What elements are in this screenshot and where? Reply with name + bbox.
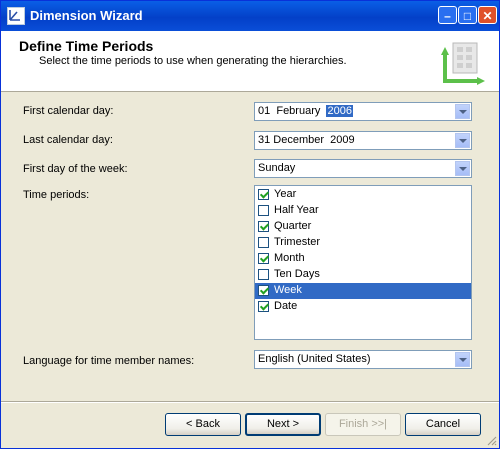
finish-button[interactable]: Finish >>| bbox=[325, 413, 401, 436]
last-calendar-day-label: Last calendar day: bbox=[23, 134, 113, 146]
list-item[interactable]: Year bbox=[255, 187, 471, 203]
next-button[interactable]: Next > bbox=[245, 413, 321, 436]
checkbox[interactable] bbox=[258, 253, 269, 264]
dimension-cube-icon bbox=[441, 42, 485, 85]
first-day-of-week-label: First day of the week: bbox=[23, 163, 128, 175]
minimize-button[interactable]: – bbox=[438, 6, 457, 24]
checkbox[interactable] bbox=[258, 285, 269, 296]
window-title: Dimension Wizard bbox=[30, 8, 143, 23]
checkbox[interactable] bbox=[258, 189, 269, 200]
list-item[interactable]: Trimester bbox=[255, 235, 471, 251]
page-subtitle: Select the time periods to use when gene… bbox=[39, 55, 347, 67]
list-item[interactable]: Ten Days bbox=[255, 267, 471, 283]
checkbox[interactable] bbox=[258, 205, 269, 216]
chevron-down-icon[interactable] bbox=[455, 352, 470, 367]
list-item[interactable]: Half Year bbox=[255, 203, 471, 219]
list-item[interactable]: Date bbox=[255, 299, 471, 315]
language-label: Language for time member names: bbox=[23, 355, 195, 367]
footer-divider bbox=[1, 401, 499, 403]
first-calendar-day-label: First calendar day: bbox=[23, 105, 114, 117]
first-calendar-day-picker[interactable]: 01 February 2006 bbox=[254, 102, 472, 121]
first-day-date-text: 01 February bbox=[258, 105, 327, 117]
resize-grip-icon[interactable] bbox=[485, 434, 497, 446]
chevron-down-icon[interactable] bbox=[455, 161, 470, 176]
checkbox[interactable] bbox=[258, 221, 269, 232]
page-title: Define Time Periods bbox=[19, 38, 154, 54]
week-start-value: Sunday bbox=[258, 162, 296, 174]
list-item[interactable]: Week bbox=[255, 283, 471, 299]
last-calendar-day-picker[interactable]: 31 December 2009 bbox=[254, 131, 472, 150]
checkbox[interactable] bbox=[258, 237, 269, 248]
chevron-down-icon[interactable] bbox=[455, 104, 470, 119]
language-select[interactable]: English (United States) bbox=[254, 350, 472, 369]
wizard-header: Define Time Periods Select the time peri… bbox=[1, 31, 499, 92]
close-button[interactable]: ✕ bbox=[478, 6, 497, 24]
chevron-down-icon[interactable] bbox=[455, 133, 470, 148]
wizard-app-icon bbox=[7, 7, 25, 25]
title-bar[interactable]: Dimension Wizard – □ ✕ bbox=[1, 1, 499, 31]
checkbox[interactable] bbox=[258, 269, 269, 280]
cancel-button[interactable]: Cancel bbox=[405, 413, 481, 436]
last-day-value: 31 December 2009 bbox=[258, 134, 355, 146]
list-item[interactable]: Month bbox=[255, 251, 471, 267]
maximize-button[interactable]: □ bbox=[458, 6, 477, 24]
language-value: English (United States) bbox=[258, 353, 371, 365]
checkbox[interactable] bbox=[258, 301, 269, 312]
time-periods-label: Time periods: bbox=[23, 189, 90, 201]
first-day-of-week-select[interactable]: Sunday bbox=[254, 159, 472, 178]
time-periods-list[interactable]: Year Half Year Quarter Trimester Month T… bbox=[254, 185, 472, 340]
list-item[interactable]: Quarter bbox=[255, 219, 471, 235]
dimension-wizard-window: Dimension Wizard – □ ✕ Define Time Perio… bbox=[0, 0, 500, 449]
first-day-year-selected[interactable]: 2006 bbox=[326, 105, 353, 117]
back-button[interactable]: < Back bbox=[165, 413, 241, 436]
